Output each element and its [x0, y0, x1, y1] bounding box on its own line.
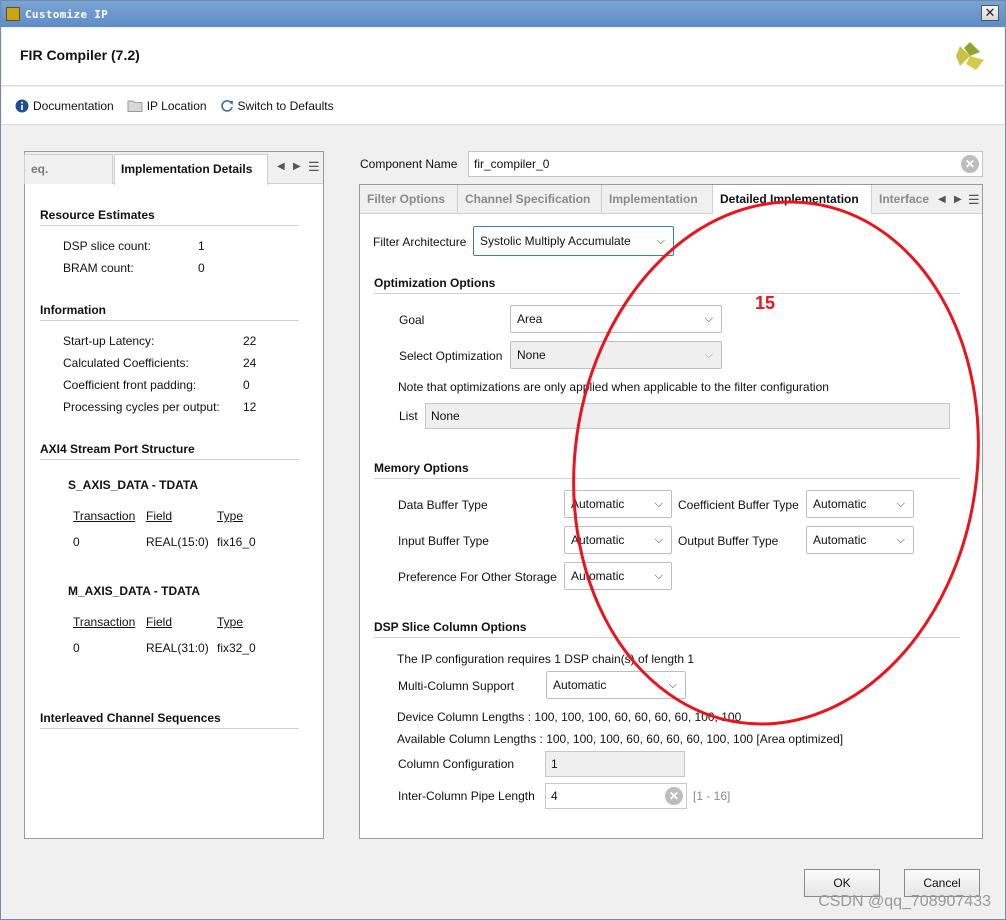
s-cell-field: REAL(15:0) [146, 535, 209, 549]
xilinx-logo-icon [956, 42, 984, 70]
m-col-transaction: Transaction [73, 615, 136, 629]
data-buffer-label: Data Buffer Type [398, 498, 488, 512]
switch-defaults-button[interactable]: Switch to Defaults [220, 99, 334, 113]
filter-architecture-label: Filter Architecture [373, 235, 467, 249]
info-label: Start-up Latency: [63, 334, 155, 348]
page-title: FIR Compiler (7.2) [20, 47, 140, 63]
input-buffer-label: Input Buffer Type [398, 534, 489, 548]
m-col-type: Type [217, 615, 244, 629]
pipe-length-label: Inter-Column Pipe Length [398, 789, 535, 803]
m-cell-type: fix32_0 [217, 641, 256, 655]
close-button[interactable]: ✕ [981, 5, 999, 21]
s-cell-transaction: 0 [73, 535, 80, 549]
column-configuration-input[interactable]: 1 [545, 751, 685, 777]
m-cell-transaction: 0 [73, 641, 80, 655]
s-cell-type: fix16_0 [217, 535, 256, 549]
dsp-count-label: DSP slice count: [63, 239, 151, 253]
s-col-type: Type [217, 509, 244, 523]
column-configuration-label: Column Configuration [398, 757, 515, 771]
component-name-input[interactable]: fir_compiler_0 [468, 151, 983, 177]
documentation-button[interactable]: Documentation [15, 99, 114, 113]
list-label: List [399, 409, 418, 423]
tab-freq-response[interactable]: eq. Response [24, 154, 113, 184]
s-col-field: Field [146, 509, 173, 523]
documentation-label: Documentation [33, 98, 114, 113]
pipe-length-range: [1 - 16] [693, 789, 731, 803]
info-label: Calculated Coefficients: [63, 356, 189, 370]
info-label: Coefficient front padding: [63, 378, 197, 392]
resource-estimates-title: Resource Estimates [40, 208, 299, 226]
tab-menu-icon[interactable]: ☰ [308, 159, 320, 175]
annotation-number: 15 [755, 293, 776, 313]
interleaved-title: Interleaved Channel Sequences [40, 711, 299, 729]
switch-defaults-label: Switch to Defaults [237, 98, 334, 113]
window-title: Customize IP [25, 7, 109, 21]
title-bar: Customize IP ✕ [1, 1, 1005, 27]
tab-right-arrow-icon[interactable]: ▶ [293, 161, 301, 172]
m-axis-title: M_AXIS_DATA - TDATA [68, 584, 200, 598]
tab-implementation-details[interactable]: Implementation Details [114, 154, 268, 185]
customize-ip-window: Customize IP ✕ FIR Compiler (7.2) Docume… [0, 0, 1006, 920]
info-label: Processing cycles per output: [63, 400, 220, 414]
axi-structure-title: AXI4 Stream Port Structure [40, 442, 299, 460]
left-tabs: eq. Response Implementation Details ◀ ▶ … [24, 152, 323, 185]
tab-left-arrow-icon[interactable]: ◀ [277, 161, 285, 172]
component-name-label: Component Name [360, 157, 458, 171]
info-value: 24 [243, 356, 257, 370]
toolbar: Documentation IP Location Switch to Defa… [2, 87, 1004, 125]
select-optimization-label: Select Optimization [399, 349, 503, 363]
ip-location-label: IP Location [146, 98, 207, 113]
folder-icon [127, 100, 143, 112]
m-col-field: Field [146, 615, 173, 629]
information-title: Information [40, 303, 299, 321]
s-axis-title: S_AXIS_DATA - TDATA [68, 478, 199, 492]
goal-label: Goal [399, 313, 425, 327]
info-icon [15, 99, 29, 112]
ip-location-button[interactable]: IP Location [127, 99, 207, 113]
dsp-count-value: 1 [198, 239, 205, 253]
clear-icon[interactable]: ✕ [961, 155, 979, 173]
header: FIR Compiler (7.2) [2, 28, 1004, 86]
app-icon [6, 7, 20, 21]
tab-filter-options[interactable]: Filter Options [360, 185, 458, 214]
watermark: CSDN @qq_708907433 [818, 893, 991, 910]
multi-column-label: Multi-Column Support [398, 679, 515, 693]
left-panel: eq. Response Implementation Details ◀ ▶ … [24, 151, 324, 839]
s-col-transaction: Transaction [73, 509, 136, 523]
m-cell-field: REAL(31:0) [146, 641, 209, 655]
select-optimization-value: None [517, 348, 546, 362]
clear-icon[interactable]: ✕ [665, 787, 683, 805]
info-value: 12 [243, 400, 257, 414]
bram-count-value: 0 [198, 261, 205, 275]
goal-value: Area [517, 312, 543, 326]
annotation-ellipse [572, 200, 980, 726]
refresh-icon [220, 99, 233, 112]
info-value: 0 [243, 378, 250, 392]
info-value: 22 [243, 334, 257, 348]
bram-count-label: BRAM count: [63, 261, 134, 275]
preference-storage-label: Preference For Other Storage [398, 570, 557, 584]
